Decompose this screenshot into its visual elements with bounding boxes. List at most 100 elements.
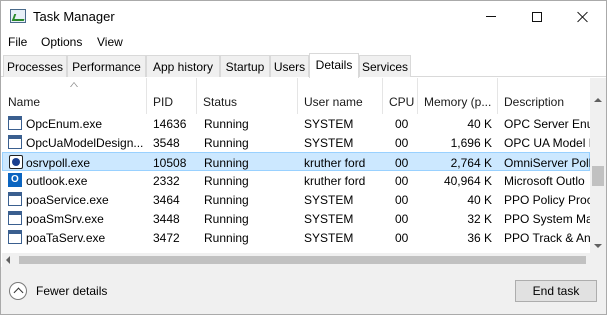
app-window-icon: [8, 116, 22, 130]
menu-view[interactable]: View: [97, 35, 123, 49]
process-memory: 40,964 K: [443, 174, 492, 188]
process-status: Running: [204, 136, 249, 150]
app-window-icon: [8, 135, 22, 149]
footer: Fewer details End task: [1, 267, 606, 314]
process-pid: 3548: [153, 136, 180, 150]
process-description: PPO System Ma: [504, 212, 590, 226]
app-window-icon: [8, 211, 22, 225]
window-title: Task Manager: [33, 9, 115, 24]
process-name: outlook.exe: [26, 174, 88, 188]
scroll-left-arrow-icon[interactable]: [6, 256, 10, 264]
app-window-icon: [8, 192, 22, 206]
process-cpu: 00: [395, 231, 409, 245]
horizontal-scrollbar[interactable]: [2, 253, 590, 267]
vertical-scroll-thumb[interactable]: [592, 166, 604, 186]
scroll-down-arrow-icon[interactable]: [594, 244, 602, 248]
minimize-icon: [486, 16, 496, 17]
column-label: Description: [504, 95, 565, 109]
process-user-name: SYSTEM: [304, 193, 354, 207]
column-label: Name: [8, 95, 41, 109]
sort-ascending-icon: [70, 82, 78, 88]
scrollbar-corner: [590, 253, 606, 267]
table-row[interactable]: osrvpoll.exe 10508 Running kruther ford 00 2,…: [2, 152, 590, 171]
app-window-icon: [8, 230, 22, 244]
process-user-name: SYSTEM: [304, 117, 354, 131]
process-pid: 3448: [153, 212, 180, 226]
process-user-name: SYSTEM: [304, 212, 354, 226]
horizontal-scroll-thumb[interactable]: [19, 256, 586, 264]
end-task-button[interactable]: End task: [515, 280, 597, 302]
column-label: CPU: [389, 95, 415, 109]
process-memory: 32 K: [467, 212, 492, 226]
process-description: OmniServer Poll: [504, 156, 590, 170]
process-name: poaSmSrv.exe: [26, 212, 104, 226]
column-label: PID: [153, 95, 174, 109]
menu-options[interactable]: Options: [41, 35, 82, 49]
maximize-icon: [532, 11, 542, 22]
title-bar: Task Manager: [1, 1, 606, 32]
table-row[interactable]: OpcEnum.exe 14636 Running SYSTEM 00 40 K OPC S…: [2, 114, 590, 133]
process-pid: 2332: [153, 174, 180, 188]
fewer-details-button[interactable]: Fewer details: [9, 279, 107, 303]
process-memory: 1,696 K: [450, 136, 492, 150]
process-description: OPC Server Enum: [504, 117, 590, 131]
table-row[interactable]: poaSmSrv.exe 3448 Running SYSTEM 00 32 K PPO S…: [2, 209, 590, 228]
close-icon: [577, 11, 589, 23]
column-header-status[interactable]: Status: [197, 78, 298, 114]
tab-app-history[interactable]: App history: [146, 55, 220, 77]
outlook-icon: [8, 173, 22, 187]
process-name: OpcEnum.exe: [26, 117, 103, 131]
process-description: Microsoft Outlo: [504, 174, 585, 188]
process-description: OPC UA Model D: [504, 136, 590, 150]
column-header-user-name[interactable]: User name: [298, 78, 383, 114]
task-manager-window: Task Manager File Options View Processes…: [0, 0, 607, 315]
process-status: Running: [204, 193, 249, 207]
process-cpu: 00: [395, 193, 409, 207]
process-user-name: kruther ford: [304, 174, 366, 188]
maximize-button[interactable]: [514, 1, 560, 32]
process-user-name: kruther ford: [304, 156, 366, 170]
table-row[interactable]: OpcUaModelDesign... 3548 Running SYSTEM 00 1,…: [2, 133, 590, 152]
scroll-up-arrow-icon[interactable]: [594, 98, 602, 102]
process-pid: 3472: [153, 231, 180, 245]
column-header-cpu[interactable]: CPU: [383, 78, 418, 114]
process-description: PPO Track & An: [504, 231, 590, 245]
table-row[interactable]: poaService.exe 3464 Running SYSTEM 00 40 K PPO…: [2, 190, 590, 209]
column-header-pid[interactable]: PID: [147, 78, 197, 114]
process-memory: 40 K: [467, 117, 492, 131]
column-label: Status: [203, 95, 238, 109]
process-memory: 2,764 K: [450, 156, 492, 170]
process-cpu: 00: [395, 212, 409, 226]
tab-bar: Processes Performance App history Startu…: [1, 53, 606, 78]
process-user-name: SYSTEM: [304, 136, 354, 150]
process-description: PPO Policy Proc: [504, 193, 590, 207]
task-manager-icon: [10, 9, 26, 23]
vertical-scrollbar[interactable]: [590, 78, 606, 253]
process-status: Running: [204, 231, 249, 245]
tab-users[interactable]: Users: [270, 55, 309, 77]
process-name: poaService.exe: [26, 193, 109, 207]
tab-performance[interactable]: Performance: [67, 55, 146, 77]
process-cpu: 00: [395, 156, 409, 170]
menu-file[interactable]: File: [8, 35, 27, 49]
column-label: User name: [304, 95, 363, 109]
column-header-name[interactable]: Name: [2, 78, 147, 114]
column-header-memory[interactable]: Memory (p...: [418, 78, 498, 114]
tab-startup[interactable]: Startup: [220, 55, 270, 77]
column-label: Memory (p...: [424, 95, 492, 109]
close-button[interactable]: [560, 1, 606, 32]
process-name: OpcUaModelDesign...: [26, 136, 144, 150]
tab-processes[interactable]: Processes: [3, 55, 67, 77]
table-row[interactable]: poaTaServ.exe 3472 Running SYSTEM 00 36 K PPO …: [2, 228, 590, 247]
tab-details[interactable]: Details: [309, 53, 359, 78]
fewer-details-label: Fewer details: [36, 284, 108, 298]
tab-services[interactable]: Services: [359, 55, 411, 77]
omniserver-icon: [9, 155, 23, 169]
table-row[interactable]: outlook.exe 2332 Running kruther ford 00 40,9…: [2, 171, 590, 190]
process-pid: 14636: [153, 117, 187, 131]
process-status: Running: [204, 117, 249, 131]
minimize-button[interactable]: [468, 1, 514, 32]
process-user-name: SYSTEM: [304, 231, 354, 245]
process-name: poaTaServ.exe: [26, 231, 106, 245]
process-cpu: 00: [395, 117, 409, 131]
